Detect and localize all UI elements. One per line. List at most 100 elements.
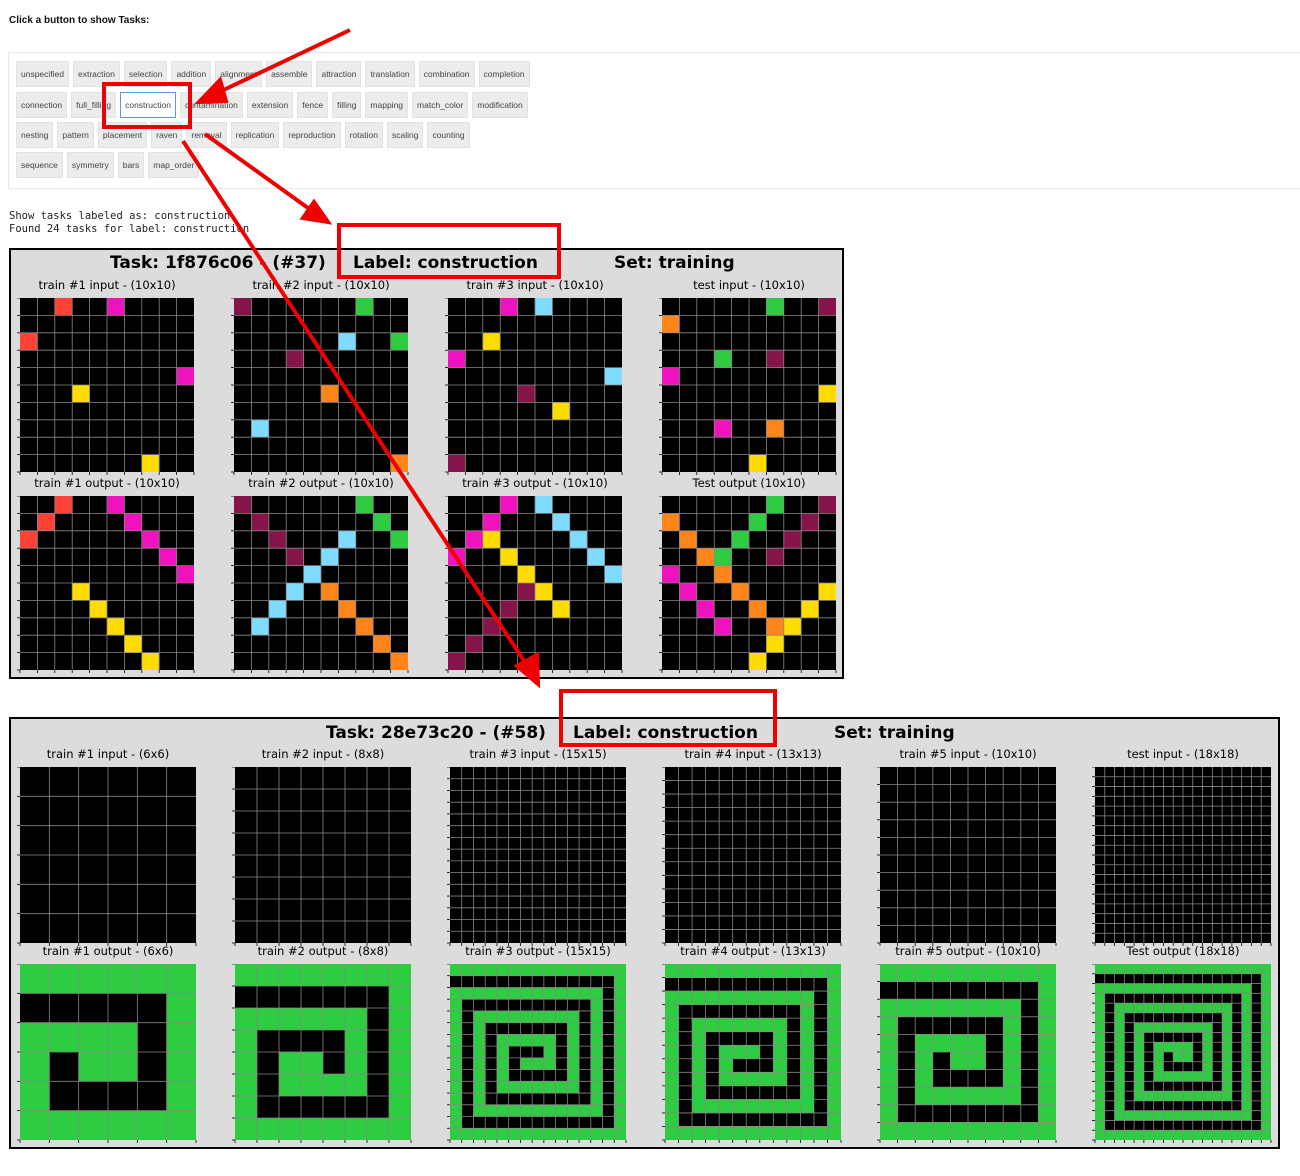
figure-title-set: Set: training — [834, 723, 955, 743]
label-button-alignment[interactable]: alignment — [215, 61, 263, 87]
label-button-full-filling[interactable]: full_filling — [71, 92, 117, 118]
grid-cell-green — [915, 1052, 933, 1070]
label-button-raven[interactable]: raven — [151, 122, 183, 148]
grid-cell-sky — [552, 513, 570, 531]
grid-cell-red — [54, 298, 73, 316]
label-button-contamination[interactable]: contamination — [179, 92, 243, 118]
grid-cell-orange — [766, 419, 784, 438]
grid-cell-green — [590, 1069, 603, 1082]
label-button-sequence[interactable]: sequence — [16, 152, 63, 178]
label-button-mapping[interactable]: mapping — [365, 92, 409, 118]
label-button-reproduction[interactable]: reproduction — [283, 122, 341, 148]
label-button-selection[interactable]: selection — [123, 61, 168, 87]
grid-cell-green — [800, 1058, 814, 1073]
grid-cell-magenta — [679, 583, 697, 601]
label-button-rotation[interactable]: rotation — [344, 122, 383, 148]
label-button-removal[interactable]: removal — [186, 122, 227, 148]
label-button-extraction[interactable]: extraction — [73, 61, 120, 87]
grid-svg — [17, 964, 197, 1143]
grid-cell-green — [915, 1122, 933, 1140]
grid-cell-green — [746, 964, 760, 978]
grid-cell-green — [692, 1045, 706, 1059]
grid-cell-green — [389, 1008, 411, 1030]
label-button-fence[interactable]: fence — [297, 92, 329, 118]
grid-cell-green — [1124, 983, 1135, 994]
grid-cell-green — [450, 1104, 462, 1117]
label-button-translation[interactable]: translation — [365, 61, 415, 87]
label-button-extension[interactable]: extension — [246, 92, 294, 118]
grid-cell-green — [1212, 964, 1223, 974]
grid-cell-green — [1222, 1022, 1232, 1033]
grid-cell-green — [450, 1081, 462, 1094]
label-button-construction[interactable]: construction — [120, 92, 176, 118]
grid-cell-green — [915, 1069, 933, 1088]
label-button-nesting[interactable]: nesting — [16, 122, 54, 148]
grid-cell-green — [1202, 1130, 1213, 1140]
grid-cell-green — [590, 1093, 603, 1105]
grid-cell-green — [827, 991, 841, 1005]
grid-cell-maroon — [286, 548, 304, 566]
label-button-match-color[interactable]: match_color — [412, 92, 469, 118]
grid-svg — [447, 767, 627, 946]
grid-cell-green — [1192, 1130, 1203, 1140]
label-button-assemble[interactable]: assemble — [266, 61, 313, 87]
grid-cell-sky — [303, 565, 321, 583]
grid-cell-green — [450, 1093, 462, 1105]
grid-cell-green — [461, 1128, 474, 1140]
grid-cell-green — [473, 1046, 486, 1058]
label-button-map-order[interactable]: map_order — [148, 152, 200, 178]
grid-cell-green — [20, 1052, 50, 1082]
label-button-addition[interactable]: addition — [171, 61, 212, 87]
grid-cell-green — [897, 999, 916, 1017]
label-button-bars[interactable]: bars — [117, 152, 145, 178]
label-button-symmetry[interactable]: symmetry — [66, 152, 114, 178]
label-button-replication[interactable]: replication — [230, 122, 280, 148]
grid-cell-green — [1104, 964, 1115, 974]
grid-cell-green — [590, 987, 603, 1000]
label-button-pattern[interactable]: pattern — [57, 122, 94, 148]
annotation-arrowhead — [299, 198, 333, 225]
grid-cell-green — [1114, 1032, 1125, 1043]
label-button-scaling[interactable]: scaling — [386, 122, 424, 148]
grid-cell-green — [485, 964, 497, 976]
grid-cell-green — [166, 993, 196, 1023]
grid-cell-green — [665, 1018, 679, 1032]
grid-cell-green — [20, 1022, 50, 1052]
grid-cell-green — [1095, 1042, 1105, 1052]
panel-title: train #3 output - (10x10) — [462, 476, 608, 490]
label-button-filling[interactable]: filling — [332, 92, 362, 118]
grid-cell-orange — [766, 617, 784, 636]
grid-cell-yellow — [766, 635, 784, 653]
label-button-counting[interactable]: counting — [427, 122, 470, 148]
grid-cell-green — [705, 1126, 720, 1140]
grid-cell-green — [1261, 1071, 1271, 1082]
label-button-connection[interactable]: connection — [16, 92, 68, 118]
grid-cell-green — [166, 1052, 196, 1082]
grid-cell-green — [614, 1034, 626, 1047]
grid-cell-orange — [749, 600, 767, 618]
panel-title: train #3 input - (10x10) — [466, 278, 604, 292]
grid-cell-maroon — [234, 496, 252, 514]
grid-cell-green — [1134, 1061, 1144, 1072]
grid-cell-green — [1222, 1042, 1232, 1052]
label-button-placement[interactable]: placement — [97, 122, 148, 148]
grid-cell-green — [49, 1110, 79, 1140]
grid-cell-green — [1003, 1016, 1021, 1035]
grid-cell-green — [520, 1034, 533, 1047]
label-button-unspecified[interactable]: unspecified — [16, 61, 70, 87]
grid-cell-green — [1038, 999, 1056, 1017]
label-button-combination[interactable]: combination — [418, 61, 475, 87]
grid-cell-green — [166, 1022, 196, 1052]
grid-cell-green — [389, 986, 411, 1008]
label-button-completion[interactable]: completion — [478, 61, 530, 87]
grid-cell-yellow — [749, 652, 767, 670]
grid-cell-green — [665, 991, 679, 1005]
grid-cell-green — [1003, 964, 1021, 982]
label-button-attraction[interactable]: attraction — [316, 61, 362, 87]
grid-cell-green — [1134, 1071, 1144, 1082]
grid-cell-green — [520, 987, 533, 1000]
grid-cell-green — [932, 1122, 951, 1140]
grid-cell-green — [166, 964, 196, 994]
label-button-modification[interactable]: modification — [472, 92, 528, 118]
grid-cell-green — [1261, 1042, 1271, 1052]
